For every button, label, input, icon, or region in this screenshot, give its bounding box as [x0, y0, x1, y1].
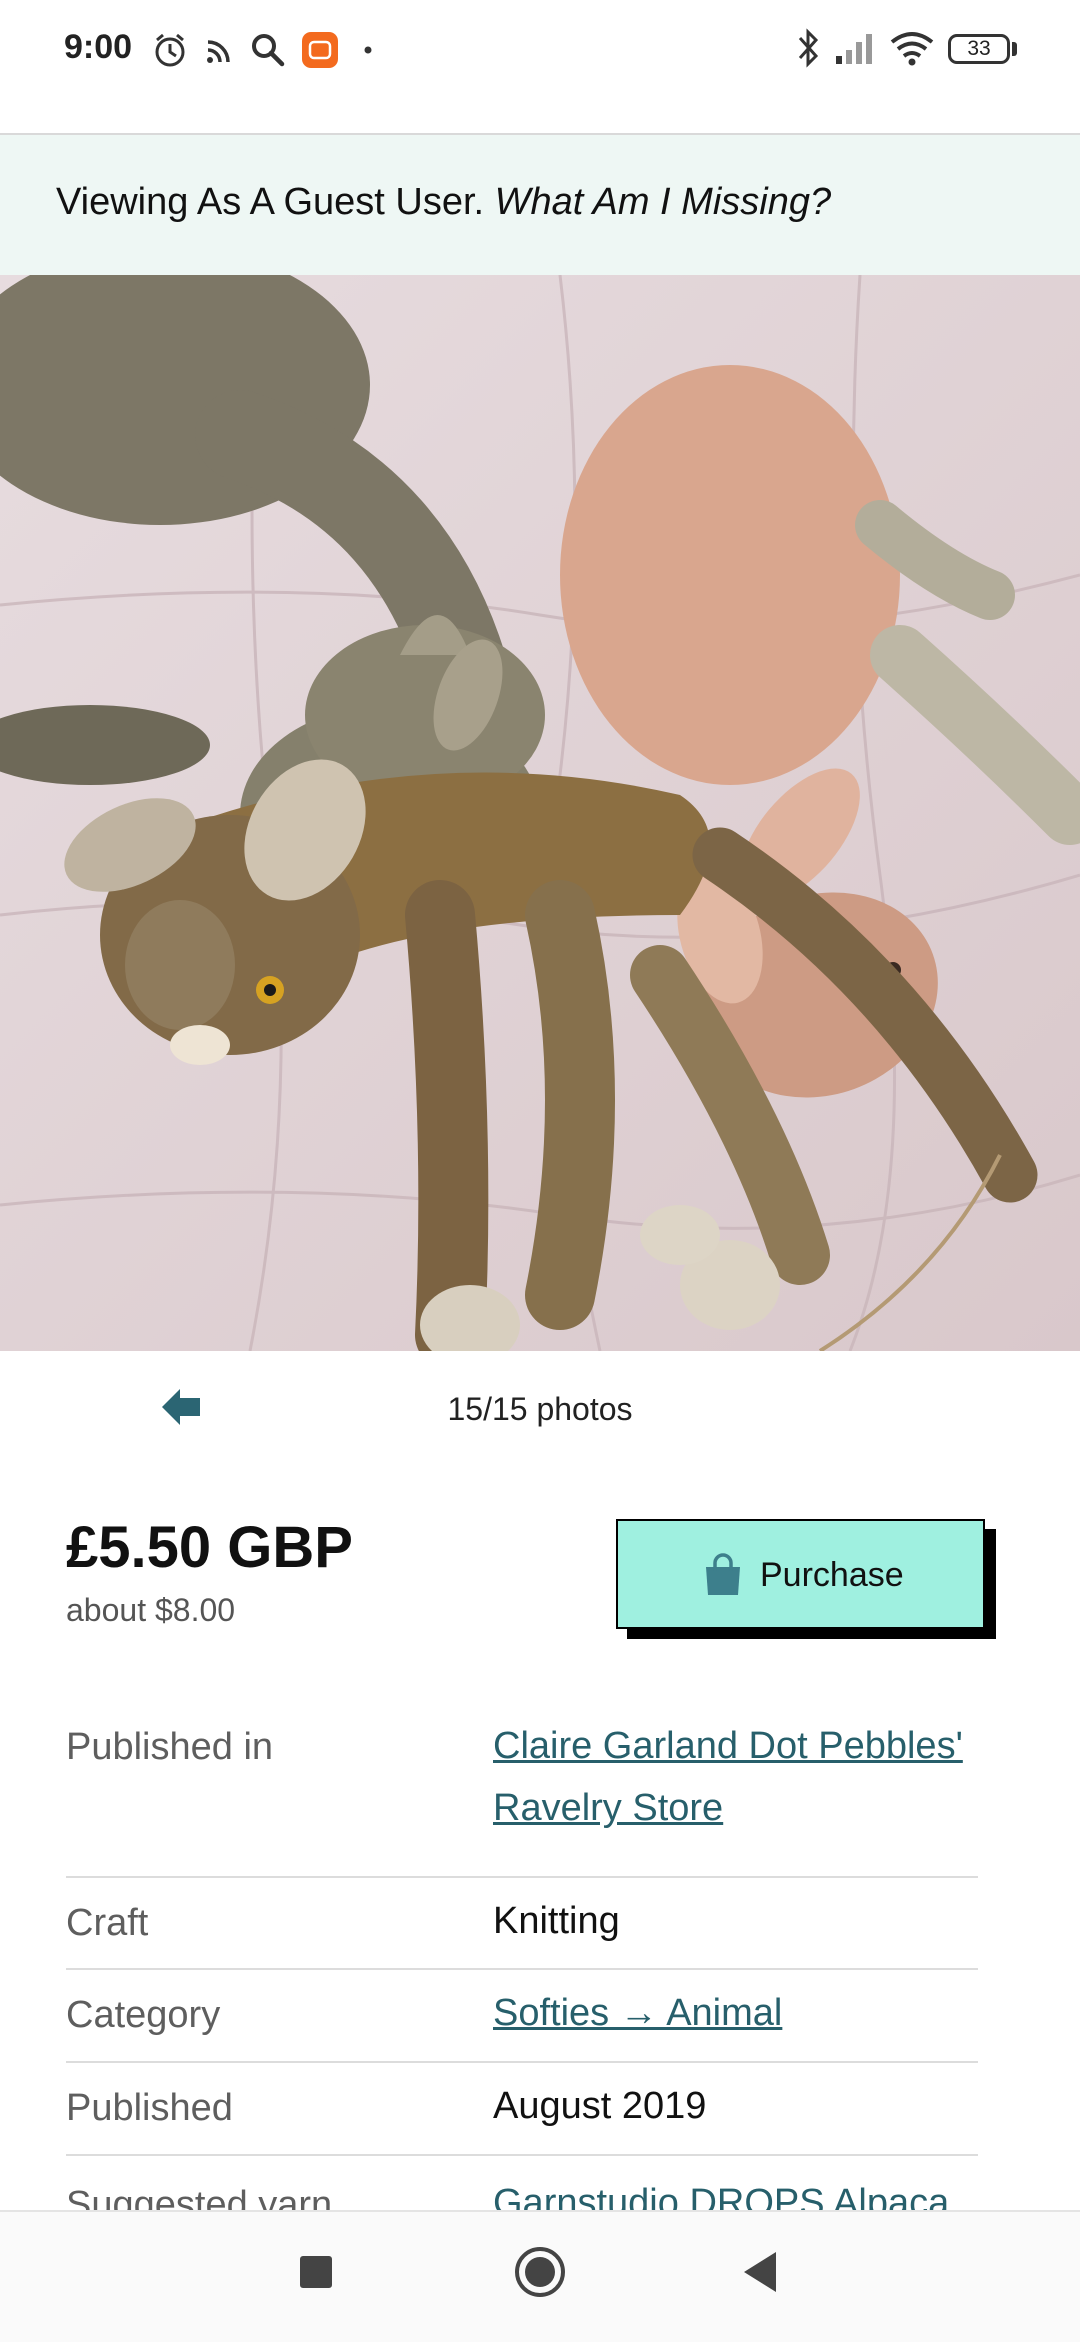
wifi-icon: [890, 32, 934, 66]
notification-dot-icon: [364, 46, 372, 54]
guest-banner-text: Viewing As A Guest User. What Am I Missi…: [56, 181, 831, 224]
status-bar: 9:00 33: [0, 0, 1080, 100]
search-icon: [252, 34, 285, 67]
pattern-details: Published in Claire Garland Dot Pebbles'…: [66, 1700, 978, 2247]
cast-icon: [207, 40, 230, 63]
photo-count: 15/15 photos: [447, 1391, 633, 1427]
mi-app-icon: [302, 32, 338, 68]
details-row-published-in: Published in Claire Garland Dot Pebbles'…: [66, 1700, 978, 1878]
purchase-button[interactable]: Purchase: [616, 1519, 985, 1629]
status-time: 9:00: [64, 28, 133, 66]
signal-icon: [836, 34, 872, 64]
what-am-i-missing-link[interactable]: What Am I Missing?: [495, 181, 831, 223]
bluetooth-icon: [798, 28, 819, 68]
system-nav-bar: [0, 2210, 1080, 2342]
details-row-category: Category Softies → Animal: [66, 1970, 978, 2063]
published-in-link[interactable]: Claire Garland Dot Pebbles' Ravelry Stor…: [493, 1715, 963, 1839]
home-icon[interactable]: [512, 2244, 568, 2300]
guest-banner: Viewing As A Guest User. What Am I Missi…: [0, 135, 1080, 275]
knitted-bunnies-image: [0, 275, 1080, 1351]
pattern-photo[interactable]: [0, 275, 1080, 1351]
battery-cap: [1012, 42, 1017, 56]
gallery-nav: 15/15 photos: [0, 1351, 1080, 1461]
price-approx: about $8.00: [66, 1592, 236, 1628]
category-link[interactable]: Softies → Animal: [493, 1982, 963, 2044]
alarm-icon: [155, 33, 185, 67]
shopping-bag-icon: [706, 1553, 740, 1595]
published-value: August 2019: [493, 2085, 707, 2127]
back-icon[interactable]: [742, 2250, 778, 2294]
guest-banner-message: Viewing As A Guest User.: [56, 181, 495, 223]
battery-indicator: 33: [948, 34, 1010, 64]
details-label: Category: [66, 1994, 221, 2036]
purchase-button-label: Purchase: [760, 1556, 904, 1594]
details-row-craft: Craft Knitting: [66, 1878, 978, 1970]
price: £5.50 GBP: [66, 1515, 353, 1580]
details-label: Published in: [66, 1726, 274, 1768]
details-label: Published: [66, 2087, 233, 2129]
craft-value: Knitting: [493, 1900, 620, 1942]
details-row-published: Published August 2019: [66, 2063, 978, 2156]
recent-apps-icon[interactable]: [298, 2254, 334, 2290]
details-label: Craft: [66, 1902, 149, 1944]
